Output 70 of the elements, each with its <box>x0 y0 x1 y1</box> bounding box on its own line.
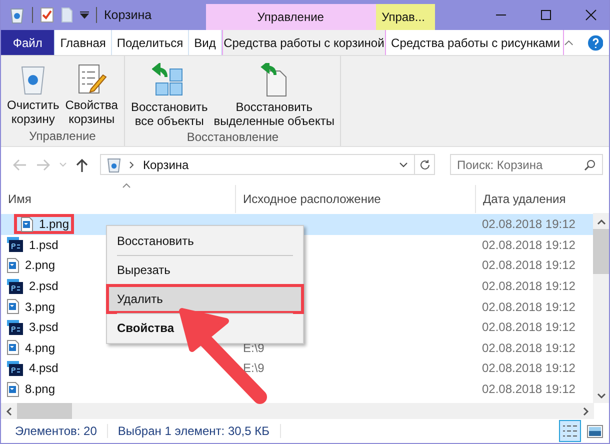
file-name: 3.psd <box>29 320 58 334</box>
scrollbar-thumb[interactable] <box>593 229 609 274</box>
file-name: 8.png <box>25 382 56 396</box>
address-text: Корзина <box>143 158 189 172</box>
date-cell-text: 02.08.2018 19:12 <box>481 238 576 252</box>
scrollbar-thumb[interactable] <box>17 403 72 419</box>
document-pencil-icon <box>76 63 107 95</box>
date-cell-text: 02.08.2018 19:12 <box>481 279 576 294</box>
ribbon-button[interactable]: Очистить корзину <box>5 61 62 129</box>
restore-document-icon <box>259 63 290 97</box>
ribbon-button[interactable]: Свойства корзины <box>63 61 120 129</box>
help-icon[interactable] <box>588 34 603 50</box>
details-view-icon <box>562 424 578 438</box>
column-header[interactable]: Исходное расположение <box>236 185 476 213</box>
ribbon-tab[interactable]: Средства работы с корзиной <box>222 30 386 55</box>
column-header[interactable]: Имя <box>1 185 236 213</box>
file-name: 3.png <box>25 300 56 314</box>
file-name: 2.psd <box>29 279 58 294</box>
vertical-scrollbar[interactable] <box>593 213 609 403</box>
refresh-icon <box>418 158 430 170</box>
context-tab-header: Управление <box>206 4 376 30</box>
group-label: Управление <box>29 129 96 145</box>
maximize-icon[interactable] <box>540 9 552 21</box>
file-name: 4.png <box>25 340 56 355</box>
scroll-left-icon[interactable] <box>6 406 12 416</box>
menu-item[interactable]: Вырезать <box>109 258 301 282</box>
menu-item[interactable]: Свойства <box>109 316 301 340</box>
chevron-icon <box>129 160 135 168</box>
refresh-button[interactable] <box>415 154 435 175</box>
scroll-down-icon[interactable] <box>596 393 606 399</box>
ribbon-button[interactable]: Восстановить все объекты <box>128 61 210 130</box>
origin-cell-text: E:\9 <box>242 340 266 355</box>
date-cell-text: 02.08.2018 19:12 <box>481 361 576 376</box>
recycle-bin-icon <box>107 156 121 172</box>
sort-caret-icon <box>122 183 131 188</box>
context-tab-header: Управ... <box>376 4 435 30</box>
file-name: 4.psd <box>29 361 58 376</box>
column-header[interactable]: Дата удаления <box>476 185 593 213</box>
search-field[interactable]: Поиск: Корзина <box>450 154 603 175</box>
date-cell-text: 02.08.2018 19:12 <box>481 320 576 334</box>
file-name: 1.png <box>39 217 70 232</box>
date-cell-text: 02.08.2018 19:12 <box>481 382 576 396</box>
recycle-bin-icon <box>9 6 25 24</box>
dropdown-icon[interactable] <box>399 162 408 168</box>
dropdown-icon[interactable] <box>80 11 89 19</box>
address-bar[interactable]: Корзина <box>100 154 415 175</box>
window-title: Корзина <box>104 8 152 22</box>
scroll-up-icon[interactable] <box>596 219 606 225</box>
view-button[interactable] <box>559 420 581 442</box>
date-cell-text: 02.08.2018 19:12 <box>481 300 576 314</box>
search-icon <box>584 159 596 171</box>
checklist-icon[interactable] <box>40 7 54 23</box>
ribbon-button[interactable]: Восстановить выделенные объекты <box>212 61 336 130</box>
menu-item[interactable]: Удалить <box>109 287 301 311</box>
close-icon[interactable] <box>585 9 597 21</box>
scroll-right-icon[interactable] <box>583 406 589 416</box>
thumbnail-view-icon <box>587 424 603 438</box>
collapse-ribbon-icon[interactable] <box>564 39 574 46</box>
date-cell-text: 02.08.2018 19:12 <box>481 217 576 232</box>
origin-cell-text: E:\9 <box>242 361 266 376</box>
status-text: Выбран 1 элемент: 30,5 КБ <box>118 424 271 438</box>
up-icon[interactable] <box>76 158 88 172</box>
file-name: 2.png <box>25 258 56 272</box>
date-cell-text: 02.08.2018 19:12 <box>481 340 576 355</box>
status-text: Элементов: 20 <box>15 424 98 438</box>
ribbon-tab[interactable]: Файл <box>1 30 56 55</box>
horizontal-scrollbar[interactable] <box>1 403 594 419</box>
file-name: 1.psd <box>29 238 58 252</box>
group-label: Восстановление <box>186 130 279 146</box>
date-cell-text: 02.08.2018 19:12 <box>481 258 576 272</box>
